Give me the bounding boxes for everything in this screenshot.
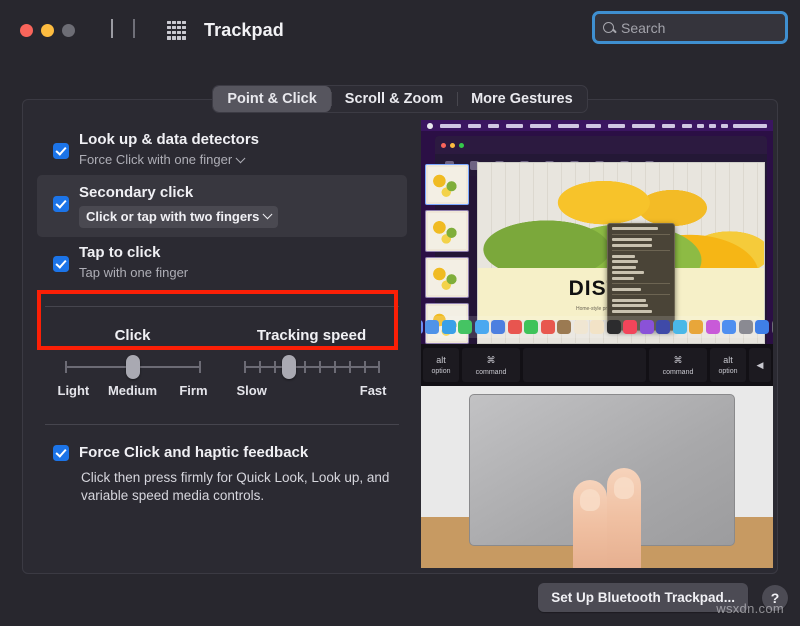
preview-key-eject: ◀ [749, 348, 771, 382]
tab-more-gestures[interactable]: More Gestures [457, 86, 587, 112]
page-title: Trackpad [204, 19, 284, 40]
show-all-grid-icon[interactable] [167, 20, 186, 40]
option-title: Secondary click [79, 184, 194, 202]
preview-clock [733, 123, 767, 128]
popup-look-up-and-data-detectors[interactable]: Force Click with one finger [79, 151, 259, 169]
battery-icon [682, 123, 692, 128]
control-center-icon [721, 123, 728, 128]
slider-click: Click Light Medium Firm [43, 327, 222, 398]
tracking-speed-slider-track[interactable] [243, 355, 380, 380]
checkbox-look-up-and-data-detectors[interactable] [53, 143, 69, 159]
preview-keyboard: alt option ⌘ command ⌘ command alt option ◀ [421, 344, 773, 386]
option-title: Tap to click [79, 243, 161, 261]
forward-button [133, 19, 135, 39]
search-field[interactable] [592, 11, 788, 44]
click-slider-track[interactable] [64, 355, 201, 380]
gesture-preview-video: DISTINCT Home-style preparations for you… [421, 120, 773, 568]
preview-finger-middle [607, 468, 641, 568]
option-description: Click then press firmly for Quick Look, … [81, 469, 390, 503]
settings-panel: Look up & data detectors Force Click wit… [22, 99, 778, 574]
chevron-down-icon [262, 209, 273, 220]
slider-label-firm: Firm [179, 383, 208, 399]
tab-bar: Point & Click Scroll & Zoom More Gesture… [0, 85, 800, 113]
preview-thumbnail [425, 210, 469, 252]
traffic-lights [20, 23, 75, 37]
slider-label-light: Light [57, 383, 90, 399]
minimize-button[interactable] [41, 23, 54, 37]
preview-mac-screen: DISTINCT Home-style preparations for you… [421, 120, 773, 344]
tab-point-and-click[interactable]: Point & Click [213, 86, 331, 112]
divider-bottom [45, 424, 399, 426]
slider-title: Click [114, 327, 151, 345]
popup-secondary-click[interactable]: Click or tap with two fingers [79, 205, 279, 228]
option-look-up-and-data-detectors[interactable]: Look up & data detectors Force Click wit… [39, 124, 405, 175]
checkbox-secondary-click[interactable] [53, 196, 69, 213]
popup-value: Click or tap with two fingers [86, 208, 260, 224]
preview-dock [421, 316, 773, 338]
preview-key-option-right: alt option [710, 348, 746, 382]
slider-tracking-speed: Tracking speed Slow Fast [222, 327, 401, 398]
option-title: Force Click and haptic feedback [79, 444, 309, 462]
close-button[interactable] [20, 23, 33, 37]
tab-scroll-and-zoom[interactable]: Scroll & Zoom [330, 86, 457, 112]
click-slider-thumb[interactable] [125, 355, 140, 380]
chevron-down-icon [235, 153, 246, 164]
preview-thumbnail [425, 164, 469, 206]
option-subtitle: Tap with one finger [79, 265, 189, 281]
tracking-speed-slider-thumb[interactable] [281, 355, 296, 380]
popup-value: Force Click with one finger [79, 152, 233, 168]
navigation-arrows [111, 19, 135, 39]
apple-logo-icon [427, 122, 433, 129]
option-tap-to-click[interactable]: Tap to click Tap with one finger [39, 237, 405, 288]
option-force-click[interactable]: Force Click and haptic feedback Click th… [39, 443, 405, 505]
checkbox-force-click[interactable] [53, 445, 69, 462]
preview-context-menu [606, 223, 675, 331]
search-icon [709, 123, 716, 128]
tracking-speed-slider-labels: Slow Fast [237, 383, 387, 398]
slider-title: Tracking speed [256, 327, 367, 345]
preview-trackpad-scene [421, 386, 773, 568]
wifi-icon [697, 123, 704, 128]
preview-key-space [523, 348, 646, 382]
preview-menubar [421, 120, 773, 131]
set-up-bluetooth-trackpad-button[interactable]: Set Up Bluetooth Trackpad... [538, 583, 748, 612]
slider-label-medium: Medium [107, 383, 158, 399]
back-button[interactable] [111, 19, 113, 39]
preview-thumbnail [425, 256, 469, 298]
search-input[interactable] [621, 19, 777, 36]
click-slider-labels: Light Medium Firm [58, 383, 208, 398]
preview-key-command-right: ⌘ command [649, 348, 707, 382]
option-secondary-click[interactable]: Secondary click Click or tap with two fi… [37, 175, 407, 237]
sliders-row: Click Light Medium Firm Tracking speed S… [39, 325, 405, 398]
footer-actions: Set Up Bluetooth Trackpad... ? [538, 583, 788, 612]
preview-key-option-left: alt option [423, 348, 459, 382]
preview-window-titlebar [435, 136, 767, 154]
preview-finger-index [573, 480, 607, 568]
checkbox-tap-to-click[interactable] [53, 255, 69, 272]
slider-label-slow: Slow [236, 383, 267, 399]
title-bar: Trackpad [0, 0, 800, 60]
divider-top [45, 306, 399, 308]
options-column: Look up & data detectors Force Click wit… [23, 100, 421, 573]
option-title: Look up & data detectors [79, 131, 260, 148]
preview-key-command-left: ⌘ command [462, 348, 520, 382]
slider-label-fast: Fast [359, 383, 387, 399]
help-button[interactable]: ? [762, 584, 788, 611]
search-icon [603, 22, 614, 33]
zoom-button [62, 23, 75, 37]
